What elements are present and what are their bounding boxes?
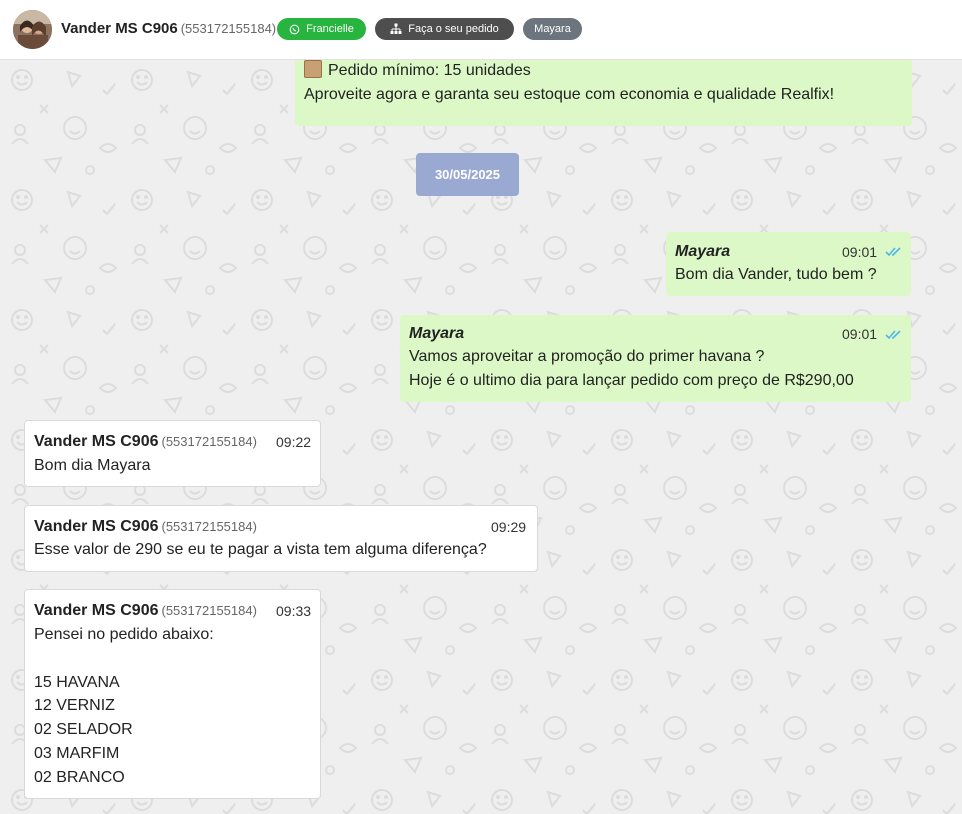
read-ticks-icon [885, 330, 901, 340]
sitemap-icon [390, 23, 402, 34]
user-tag-button[interactable]: Mayara [523, 18, 582, 40]
contact-phone: (553172155184) [180, 21, 277, 36]
message-sender: Mayara [409, 325, 465, 342]
message-bubble[interactable]: Mayara 09:01 Bom dia Vander, tudo bem ? [666, 232, 911, 296]
message-sender: Vander MS C906 [34, 433, 159, 450]
message-bubble[interactable]: Vander MS C906 (553172155184) 09:22 Bom d… [24, 420, 321, 487]
chat-header: Vander MS C906 (553172155184) Francielle … [0, 0, 962, 60]
promo-line-2: Aproveite agora e garanta seu estoque co… [304, 86, 835, 103]
contact-title: Vander MS C906 (553172155184) [61, 20, 276, 37]
message-text: 02 BRANCO [34, 769, 125, 786]
message-sender-line: Vander MS C906 (553172155184) [34, 518, 257, 536]
package-box-icon [304, 60, 322, 78]
message-text: Pensei no pedido abaixo: [34, 626, 214, 643]
promo-line-1: Pedido mínimo: 15 unidades [304, 60, 531, 80]
message-bubble[interactable]: Vander MS C906 (553172155184) 09:29 Esse … [24, 505, 538, 572]
message-sender: Vander MS C906 [34, 518, 159, 535]
message-text: 03 MARFIM [34, 745, 120, 762]
whatsapp-icon [289, 24, 300, 34]
contact-name: Vander MS C906 [61, 20, 178, 37]
message-bubble[interactable]: Mayara 09:01 Vamos aproveitar a promoção… [400, 315, 911, 402]
promo-line-1-text: Pedido mínimo: 15 unidades [328, 62, 531, 79]
message-time: 09:29 [491, 519, 527, 535]
message-sender-phone: (553172155184) [161, 603, 257, 618]
message-time: 09:01 [842, 244, 878, 260]
agent-tag-button[interactable]: Francielle [277, 18, 366, 40]
chat-area[interactable]: Pedido mínimo: 15 unidades Aproveite ago… [0, 60, 962, 814]
message-time: 09:01 [842, 326, 878, 342]
promo-message-bubble: Pedido mínimo: 15 unidades Aproveite ago… [295, 60, 912, 126]
order-tag-button[interactable]: Faça o seu pedido [375, 18, 514, 40]
message-text: Vamos aproveitar a promoção do primer ha… [409, 348, 765, 365]
message-text: 12 VERNIZ [34, 697, 115, 714]
message-sender-line: Vander MS C906 (553172155184) [34, 433, 257, 451]
read-ticks-icon [885, 247, 901, 257]
order-tag-label: Faça o seu pedido [408, 23, 499, 35]
message-text: Bom dia Mayara [34, 457, 151, 474]
message-sender: Mayara [675, 243, 731, 260]
contact-avatar[interactable] [13, 10, 52, 49]
message-sender-phone: (553172155184) [161, 434, 257, 449]
date-separator: 30/05/2025 [416, 153, 519, 196]
message-text: 02 SELADOR [34, 721, 133, 738]
message-sender-phone: (553172155184) [161, 519, 257, 534]
message-sender: Vander MS C906 [34, 602, 159, 619]
message-text: Hoje é o ultimo dia para lançar pedido c… [409, 372, 854, 389]
user-tag-label: Mayara [534, 23, 571, 35]
message-bubble[interactable]: Vander MS C906 (553172155184) 09:33 Pense… [24, 589, 321, 799]
message-text: 15 HAVANA [34, 674, 120, 691]
message-time: 09:22 [276, 434, 312, 450]
agent-tag-label: Francielle [306, 23, 354, 35]
message-sender-line: Vander MS C906 (553172155184) [34, 602, 257, 620]
message-text: Bom dia Vander, tudo bem ? [675, 266, 877, 283]
message-time: 09:33 [276, 603, 312, 619]
message-text: Esse valor de 290 se eu te pagar a vista… [34, 541, 487, 558]
